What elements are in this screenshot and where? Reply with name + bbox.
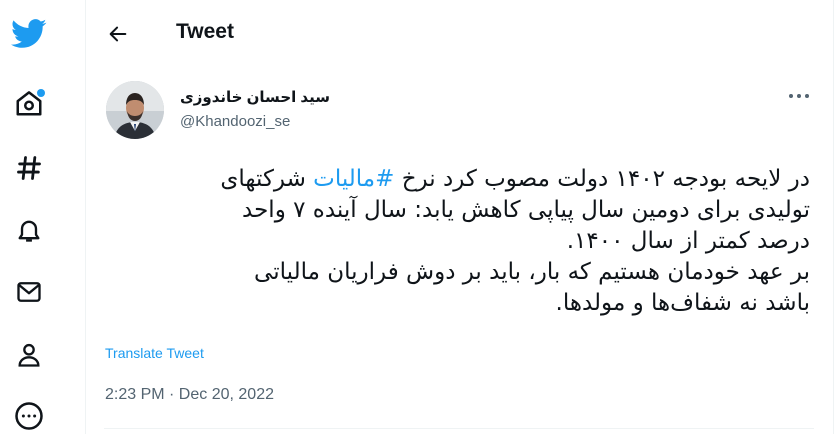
column-divider-right: [833, 0, 834, 434]
more-circle-icon: [15, 402, 43, 430]
author-name[interactable]: سید احسان خاندوزی: [180, 88, 330, 106]
more-dots-icon: [789, 94, 809, 98]
bell-icon: [18, 220, 40, 242]
nav-notifications[interactable]: [8, 209, 50, 251]
notification-dot: [37, 89, 45, 97]
tweet-line-3: درصد کمتر از سال ۱۴۰۰.: [566, 228, 810, 254]
nav-profile[interactable]: [8, 334, 50, 376]
tweet-line-5: باشد نه شفاف‌ها و مولدها.: [555, 290, 810, 316]
tweet-timestamp[interactable]: 2:23 PM · Dec 20, 2022: [105, 386, 274, 404]
divider: [104, 428, 814, 429]
back-button[interactable]: [100, 16, 136, 52]
tweet-text-segment: شرکتهای: [220, 166, 314, 192]
page-title: Tweet: [176, 20, 234, 43]
twitter-logo-icon: [11, 19, 47, 48]
avatar[interactable]: [106, 81, 164, 139]
translate-tweet-link[interactable]: Translate Tweet: [105, 345, 204, 361]
hashtag-link[interactable]: #مالیات: [313, 166, 394, 192]
avatar-image: [106, 81, 164, 139]
tweet-line-1: در لایحه بودجه ۱۴۰۲ دولت مصوب کرد نرخ #م…: [104, 164, 810, 195]
tweet-text-segment: در لایحه بودجه ۱۴۰۲ دولت مصوب کرد نرخ: [394, 166, 810, 192]
nav-rail: [0, 0, 58, 434]
tweet-text: در لایحه بودجه ۱۴۰۲ دولت مصوب کرد نرخ #م…: [104, 164, 810, 319]
author-handle[interactable]: @Khandoozi_se: [180, 113, 290, 130]
mail-icon: [17, 282, 41, 302]
profile-icon: [18, 343, 40, 367]
nav-explore[interactable]: [8, 147, 50, 189]
nav-home[interactable]: [8, 82, 50, 124]
arrow-left-icon: [109, 26, 127, 42]
column-divider-left: [85, 0, 86, 434]
hashtag-icon: [17, 156, 41, 180]
nav-messages[interactable]: [8, 271, 50, 313]
more-options-button[interactable]: [782, 84, 816, 108]
tweet-line-4: بر عهد خودمان هستیم که بار، باید بر دوش …: [254, 259, 810, 285]
tweet-line-2: تولیدی برای دومین سال پیاپی کاهش یابد: س…: [242, 197, 810, 223]
twitter-logo-link[interactable]: [8, 13, 50, 55]
nav-more[interactable]: [8, 395, 50, 434]
